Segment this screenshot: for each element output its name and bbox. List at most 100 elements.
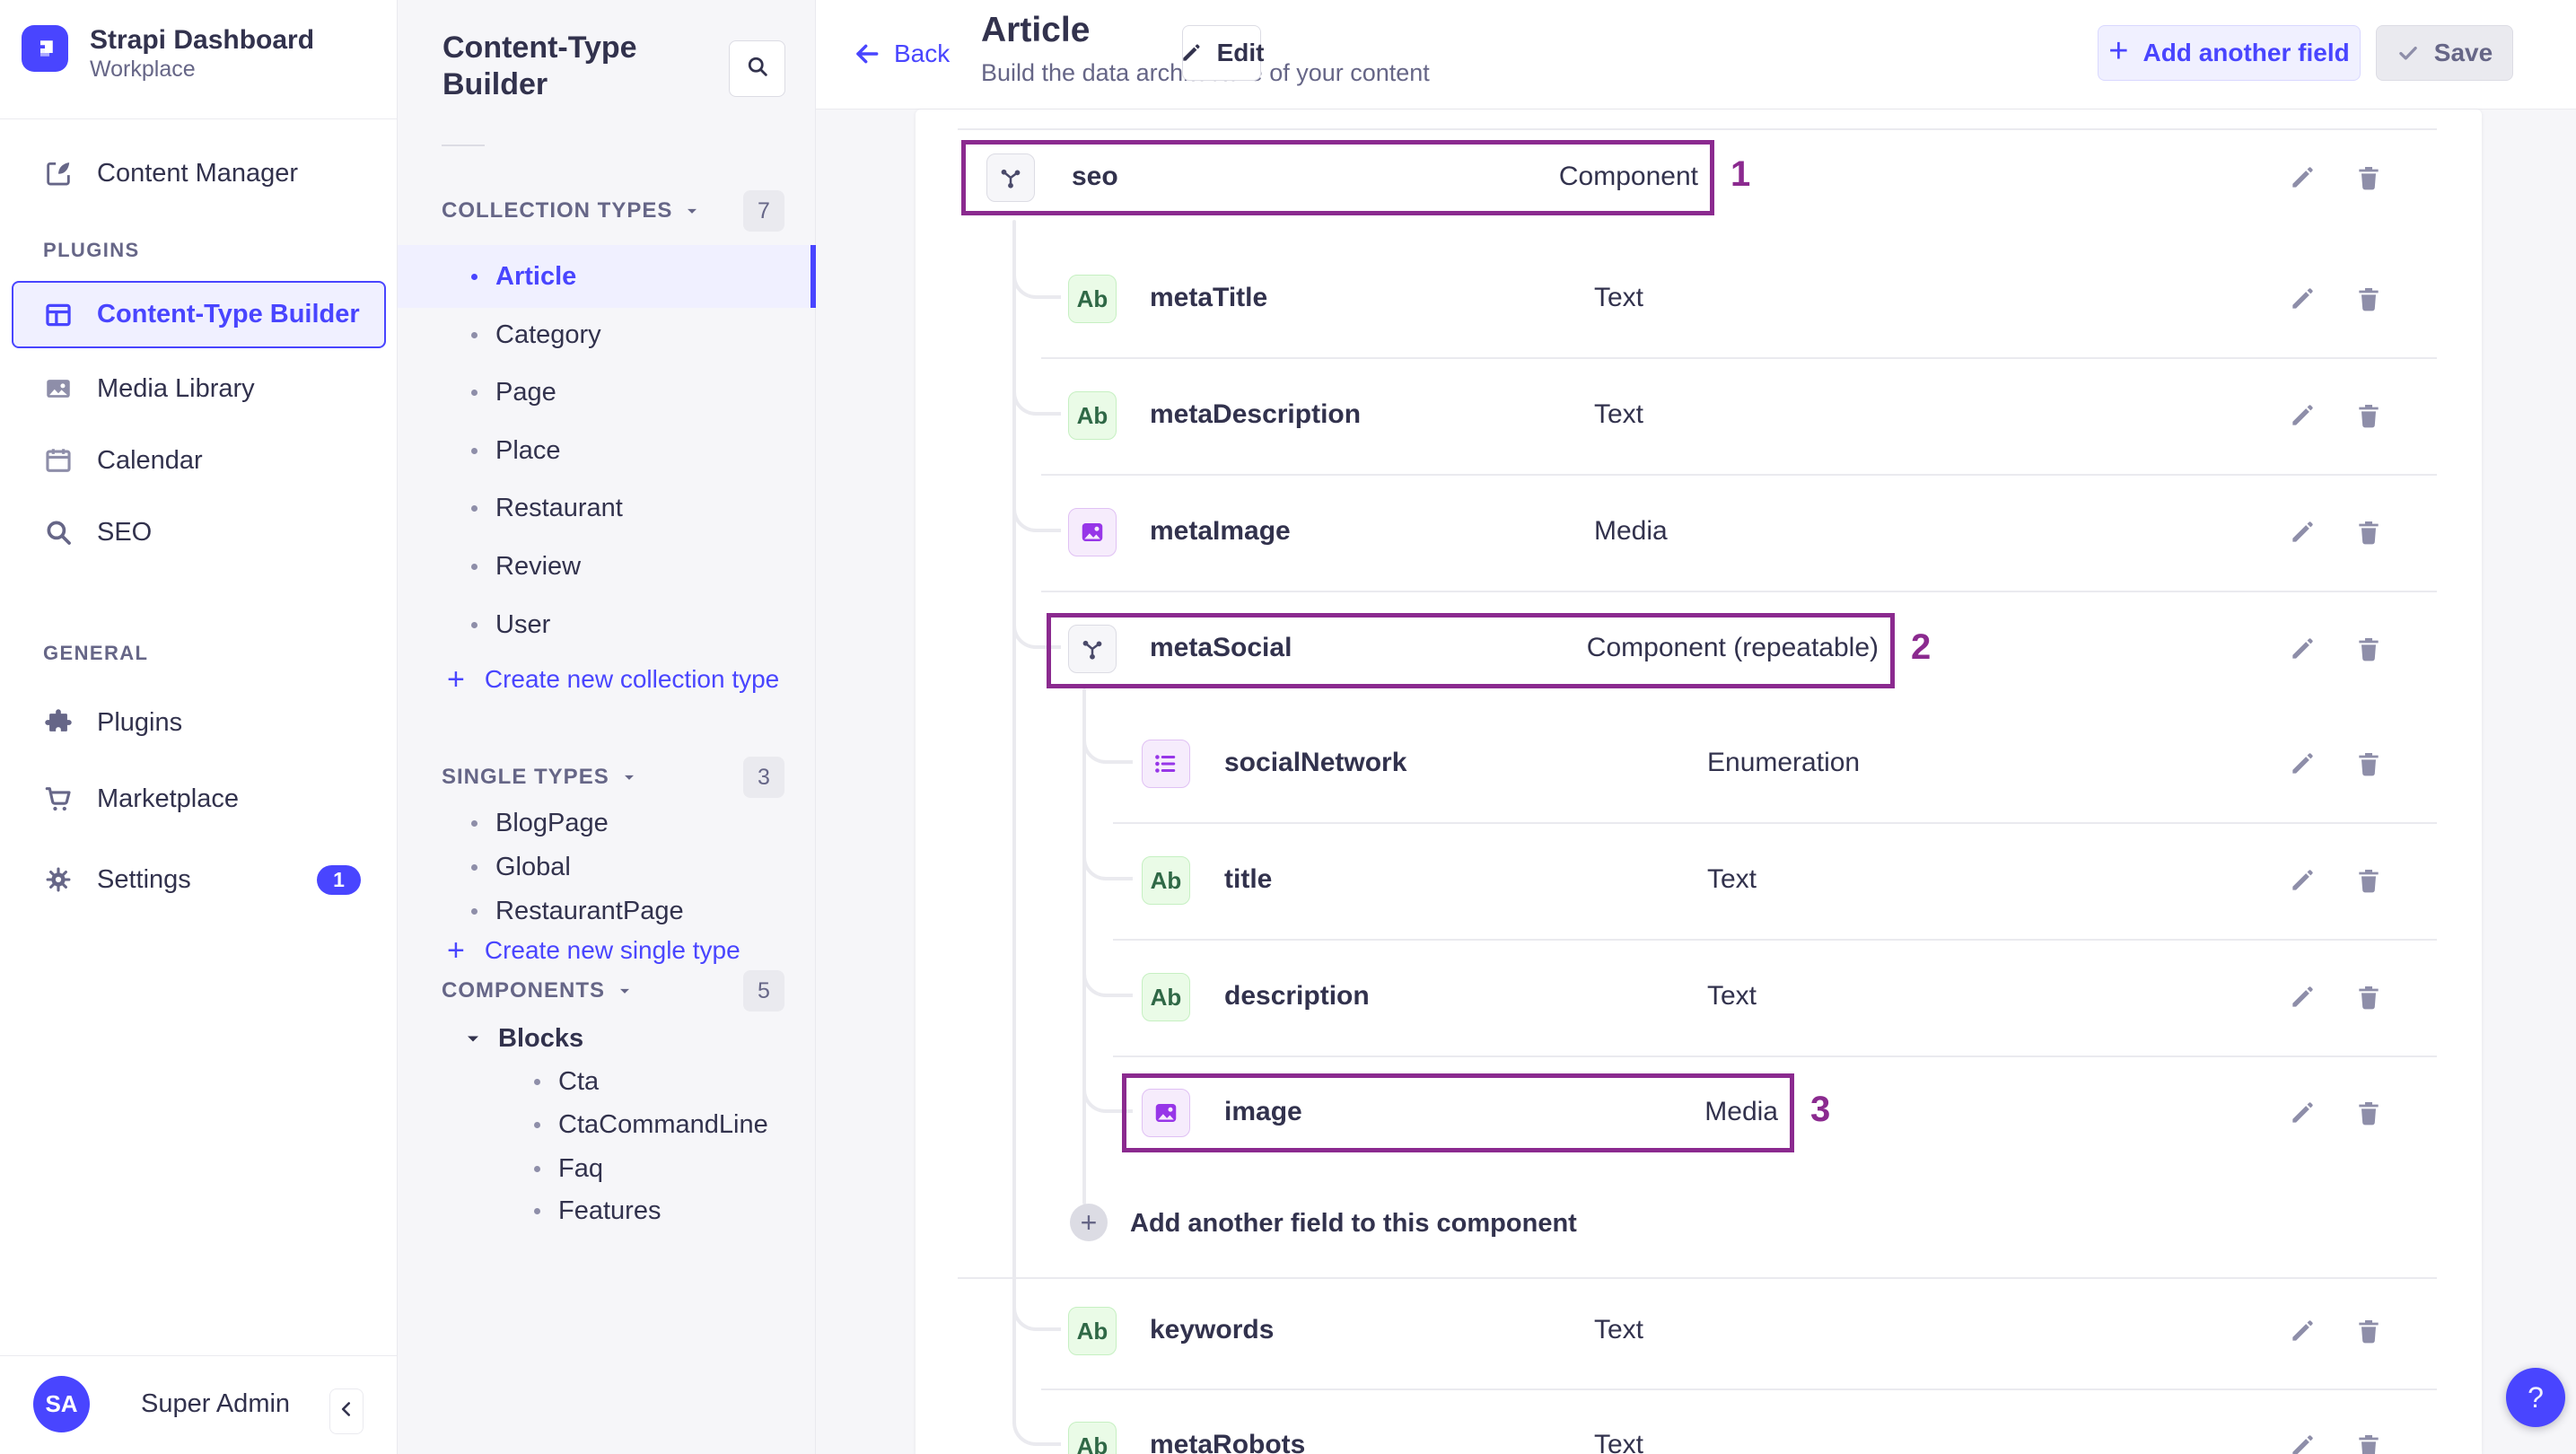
delete-field-button[interactable] bbox=[2353, 517, 2384, 547]
save-button[interactable]: Save bbox=[2376, 25, 2513, 81]
user-name: Super Admin bbox=[141, 1389, 291, 1418]
sidebar-item-media-library[interactable]: Media Library bbox=[0, 364, 398, 414]
help-button[interactable]: ? bbox=[2506, 1368, 2565, 1427]
field-name: title bbox=[1224, 864, 1273, 894]
collection-type-user[interactable]: User bbox=[398, 600, 816, 650]
section-header-components[interactable]: COMPONENTS bbox=[442, 977, 634, 1004]
sidebar-item-label: Media Library bbox=[97, 373, 255, 403]
section-count-single-types: 3 bbox=[743, 757, 784, 798]
list-item-label: Page bbox=[495, 377, 556, 407]
section-header-single-types[interactable]: SINGLE TYPES bbox=[442, 764, 638, 791]
sidebar-item-content-manager[interactable]: Content Manager bbox=[0, 148, 398, 198]
sidebar-item-plugins[interactable]: Plugins bbox=[0, 697, 398, 748]
component-ctacommandline[interactable]: CtaCommandLine bbox=[398, 1099, 816, 1150]
collection-type-restaurant[interactable]: Restaurant bbox=[398, 483, 816, 533]
sidebar-section-label-plugins: PLUGINS bbox=[43, 239, 140, 261]
sidebar-item-settings[interactable]: Settings 1 bbox=[0, 854, 398, 905]
sidebar-section-label-general: GENERAL bbox=[43, 642, 149, 664]
list-item-label: Blocks bbox=[498, 1023, 584, 1053]
sidebar-item-seo[interactable]: SEO bbox=[0, 507, 398, 557]
sidebar-item-marketplace[interactable]: Marketplace bbox=[0, 774, 398, 824]
edit-field-button[interactable] bbox=[2287, 982, 2318, 1012]
component-field-icon bbox=[986, 153, 1035, 202]
edit-field-button[interactable] bbox=[2287, 284, 2318, 314]
edit-field-button[interactable] bbox=[2287, 1098, 2318, 1128]
delete-field-button[interactable] bbox=[2353, 400, 2384, 431]
field-name: metaImage bbox=[1150, 516, 1291, 546]
component-features[interactable]: Features bbox=[398, 1186, 816, 1236]
search-icon bbox=[745, 54, 770, 83]
collection-type-category[interactable]: Category bbox=[398, 310, 816, 360]
field-type: Text bbox=[1707, 981, 1757, 1011]
list-item-label: Global bbox=[495, 852, 571, 881]
bullet-icon bbox=[471, 819, 478, 827]
add-field-plus-button[interactable]: + bbox=[1070, 1204, 1108, 1241]
sidebar-item-calendar[interactable]: Calendar bbox=[0, 435, 398, 486]
edit-field-button[interactable] bbox=[2287, 749, 2318, 779]
field-row-description: Ab description Text bbox=[916, 939, 2482, 1055]
add-field-to-component-row[interactable]: + Add another field to this component bbox=[916, 1164, 2482, 1281]
field-name: metaRobots bbox=[1150, 1430, 1306, 1454]
content-manager-icon bbox=[43, 158, 74, 188]
add-field-to-component-label: Add another field to this component bbox=[1130, 1209, 1577, 1238]
edit-field-button[interactable] bbox=[2287, 634, 2318, 664]
field-row-metatitle: Ab metaTitle Text bbox=[916, 241, 2482, 357]
sidebar-footer-divider bbox=[0, 1355, 398, 1356]
collection-type-place[interactable]: Place bbox=[398, 425, 816, 476]
field-name: metaDescription bbox=[1150, 399, 1362, 429]
single-type-global[interactable]: Global bbox=[398, 842, 816, 892]
list-item-label: CtaCommandLine bbox=[558, 1109, 768, 1139]
section-header-label: SINGLE TYPES bbox=[442, 765, 609, 789]
create-single-type-link[interactable]: + Create new single type bbox=[447, 933, 740, 968]
bullet-icon bbox=[534, 1165, 540, 1172]
annotation-number-3: 3 bbox=[1810, 1090, 1831, 1129]
section-header-collection-types[interactable]: COLLECTION TYPES bbox=[442, 197, 701, 224]
list-item-label: Features bbox=[558, 1196, 662, 1225]
delete-field-button[interactable] bbox=[2353, 162, 2384, 193]
field-name: socialNetwork bbox=[1224, 748, 1407, 777]
delete-field-button[interactable] bbox=[2353, 1431, 2384, 1454]
delete-field-button[interactable] bbox=[2353, 982, 2384, 1012]
panel-title: Content-Type Builder bbox=[442, 31, 637, 101]
delete-field-button[interactable] bbox=[2353, 1098, 2384, 1128]
collection-type-page[interactable]: Page bbox=[398, 367, 816, 417]
workspace-subtitle: Workplace bbox=[90, 57, 196, 82]
edit-field-button[interactable] bbox=[2287, 400, 2318, 431]
delete-field-button[interactable] bbox=[2353, 284, 2384, 314]
field-type: Text bbox=[1594, 1430, 1644, 1454]
single-type-restaurantpage[interactable]: RestaurantPage bbox=[398, 886, 816, 936]
bullet-icon bbox=[471, 907, 478, 915]
media-field-icon bbox=[1142, 1089, 1190, 1137]
calendar-icon bbox=[43, 445, 74, 476]
search-button[interactable] bbox=[729, 40, 785, 97]
edit-field-button[interactable] bbox=[2287, 162, 2318, 193]
list-item-label: Article bbox=[495, 261, 577, 291]
edit-field-button[interactable] bbox=[2287, 1431, 2318, 1454]
bullet-icon bbox=[471, 621, 478, 628]
edit-field-button[interactable] bbox=[2287, 865, 2318, 896]
field-type: Enumeration bbox=[1707, 748, 1861, 777]
add-another-field-button[interactable]: + Add another field bbox=[2098, 25, 2361, 81]
edit-field-button[interactable] bbox=[2287, 517, 2318, 547]
delete-field-button[interactable] bbox=[2353, 749, 2384, 779]
field-row-metaimage: metaImage Media bbox=[916, 474, 2482, 591]
collapse-sidebar-button[interactable] bbox=[329, 1388, 364, 1434]
field-name: metaTitle bbox=[1150, 283, 1268, 312]
collection-type-article[interactable]: Article bbox=[398, 251, 816, 302]
enumeration-field-icon bbox=[1142, 740, 1190, 788]
delete-field-button[interactable] bbox=[2353, 865, 2384, 896]
delete-field-button[interactable] bbox=[2353, 1316, 2384, 1346]
plus-icon: + bbox=[2108, 31, 2129, 70]
bullet-icon bbox=[534, 1078, 540, 1085]
delete-field-button[interactable] bbox=[2353, 634, 2384, 664]
avatar[interactable]: SA bbox=[33, 1376, 90, 1432]
collection-type-review[interactable]: Review bbox=[398, 541, 816, 591]
edit-button[interactable]: Edit bbox=[1182, 25, 1264, 81]
single-type-blogpage[interactable]: BlogPage bbox=[398, 798, 816, 848]
edit-field-button[interactable] bbox=[2287, 1316, 2318, 1346]
list-item-label: BlogPage bbox=[495, 808, 609, 837]
sidebar-item-content-type-builder[interactable]: Content-Type Builder bbox=[12, 281, 386, 348]
create-collection-type-link[interactable]: + Create new collection type bbox=[447, 661, 779, 697]
back-link[interactable]: Back bbox=[853, 39, 950, 68]
list-item-label: Place bbox=[495, 435, 561, 465]
